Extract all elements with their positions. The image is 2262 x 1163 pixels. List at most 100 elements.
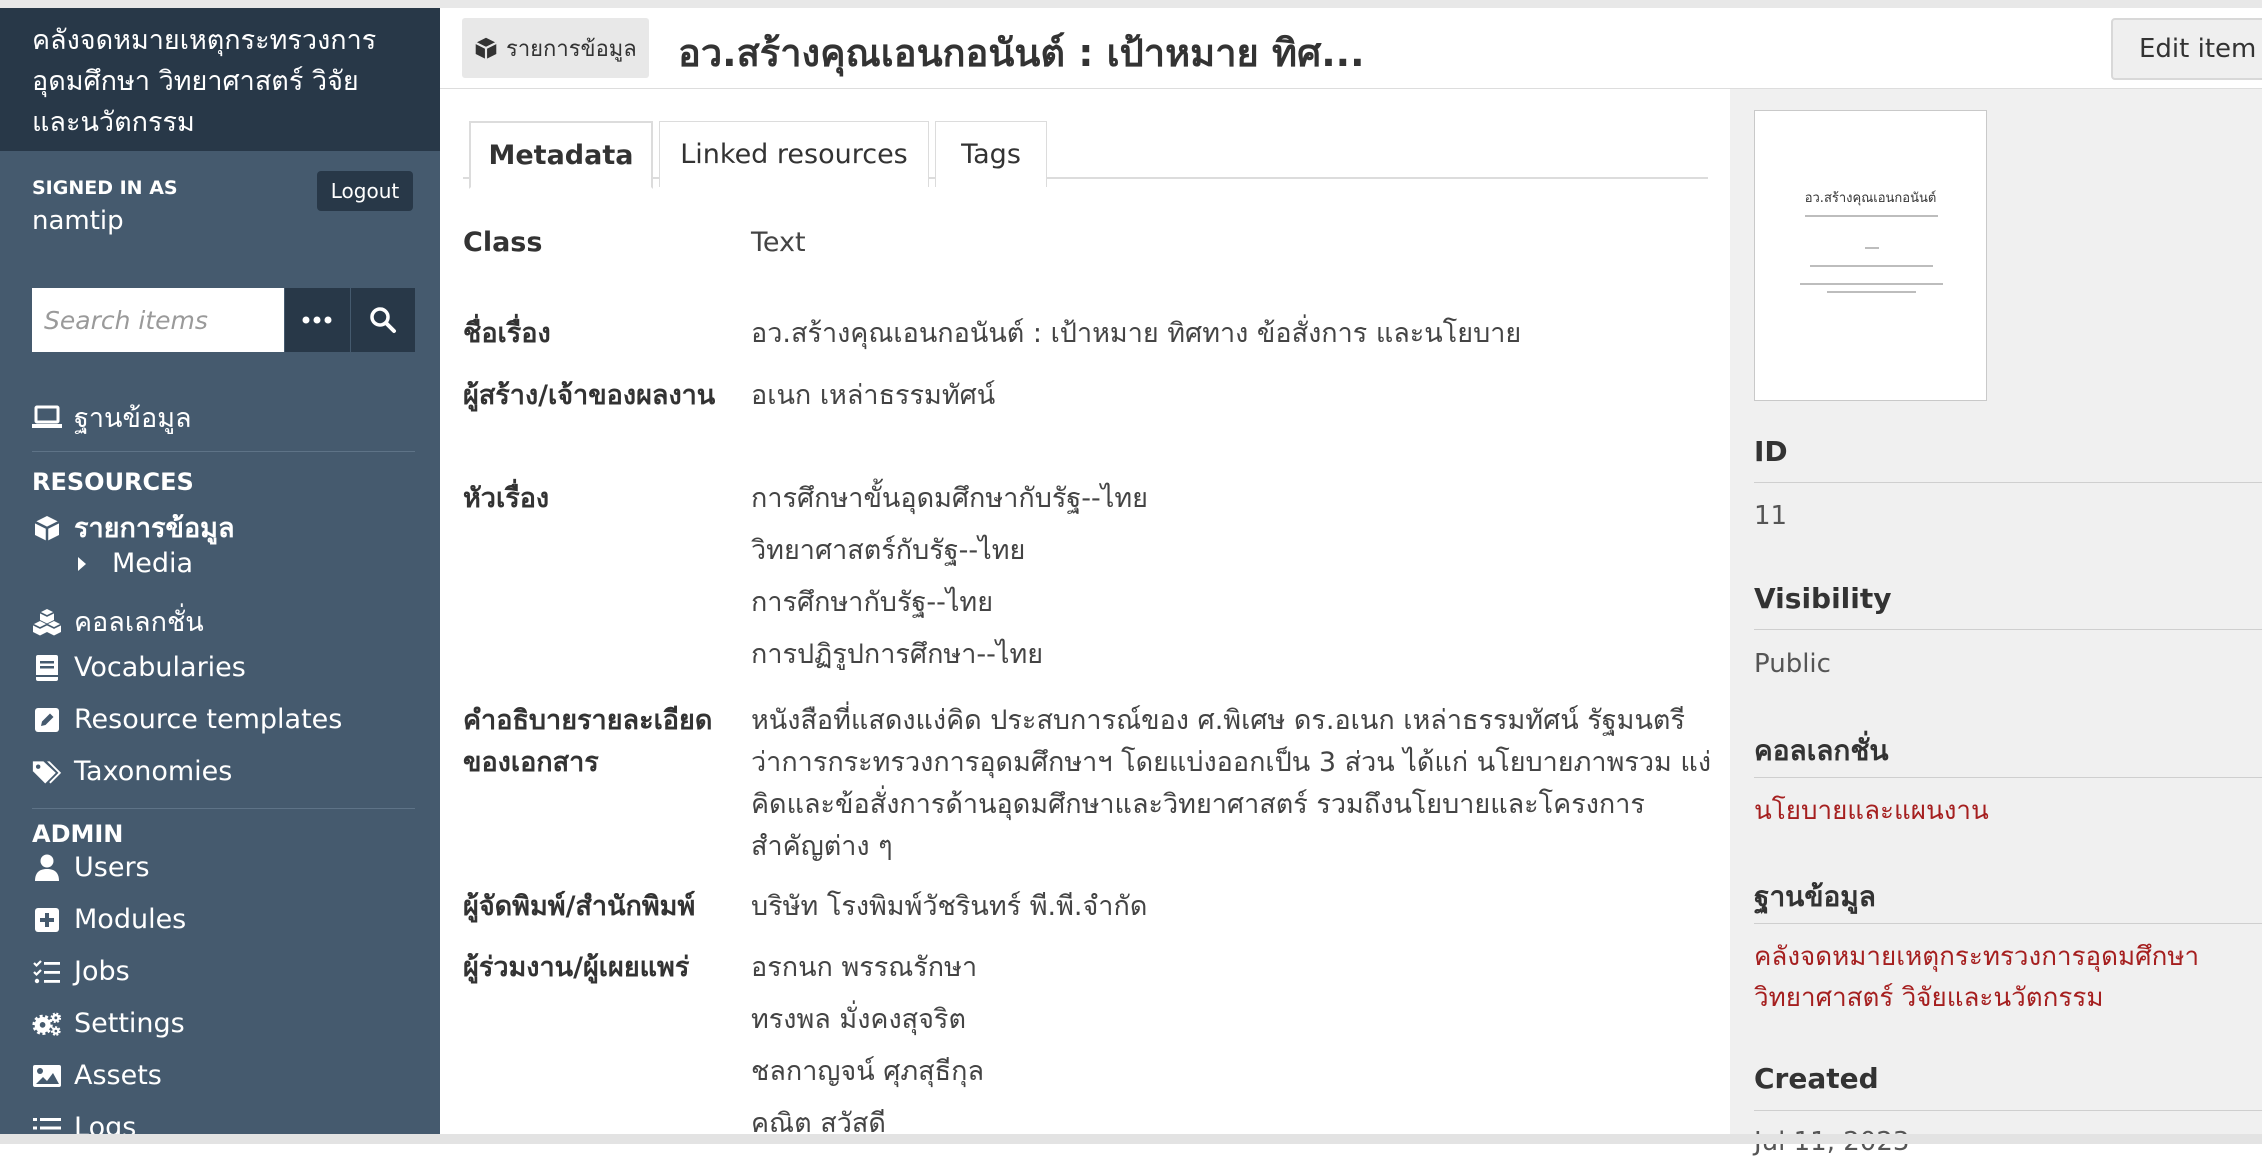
sidebar-item-label: ฐานข้อมูล [74, 403, 192, 434]
sidebar-item-label: Modules [74, 904, 187, 935]
sidebar-item-label: Jobs [74, 956, 130, 987]
tab-bar: Metadata Linked resources Tags [463, 111, 1708, 189]
cube-icon [474, 36, 498, 60]
sidebar-item-label: Vocabularies [74, 652, 246, 683]
resource-type-badge: รายการข้อมูล [462, 18, 649, 78]
divider [1754, 923, 2262, 924]
sidebar-item-label: รายการข้อมูล [74, 513, 235, 544]
sites-heading: ฐานข้อมูล [1754, 880, 1876, 913]
logout-button[interactable]: Logout [317, 171, 413, 211]
user-icon [32, 853, 62, 883]
user-info: SIGNED IN AS namtip Logout [0, 151, 440, 261]
divider [1754, 1110, 2262, 1111]
list-icon [32, 1113, 62, 1135]
publisher-value: บริษัท โรงพิมพ์วัชรินทร์ พี.พี.จำกัด [751, 891, 1148, 922]
signed-in-label: SIGNED IN AS [32, 177, 178, 199]
sidebar-item-label: Users [74, 852, 150, 883]
tags-icon [32, 757, 62, 787]
tasks-icon [32, 957, 62, 987]
divider [32, 808, 415, 809]
sidebar-item-label: Taxonomies [74, 756, 233, 787]
created-heading: Created [1754, 1062, 1879, 1095]
divider [32, 451, 415, 452]
caret-right-icon [74, 549, 90, 579]
divider [1754, 482, 2262, 483]
thumbnail-text-line [1827, 291, 1916, 293]
resources-section-label: RESOURCES [32, 468, 194, 496]
contributor-value: อรกนก พรรณรักษา [751, 952, 978, 983]
sidebar-item-media[interactable]: Media [74, 548, 193, 579]
class-label: Class [463, 227, 543, 258]
search-icon [370, 307, 396, 333]
username[interactable]: namtip [32, 206, 124, 236]
item-info-panel: อว.สร้างคุณเอนกอนันต์ ID 11 Visibility P… [1730, 88, 2262, 1157]
id-value: 11 [1754, 501, 1788, 531]
sidebar-item-items[interactable]: รายการข้อมูล [32, 506, 235, 549]
sidebar-item-taxonomies[interactable]: Taxonomies [32, 756, 232, 787]
sidebar-item-item-sets[interactable]: คอลเลกชั่น [32, 600, 204, 643]
thumbnail-text-line [1805, 215, 1938, 217]
sidebar-item-label: Logs [74, 1112, 137, 1134]
sidebar-item-assets[interactable]: Assets [32, 1060, 162, 1091]
plus-square-icon [32, 905, 62, 935]
sidebar-item-label: Assets [74, 1060, 162, 1091]
cube-icon [32, 513, 62, 543]
search-form [32, 288, 415, 352]
item-sets-heading: คอลเลกชั่น [1754, 734, 1889, 767]
tab-tags[interactable]: Tags [935, 121, 1047, 187]
sidebar-item-vocabularies[interactable]: Vocabularies [32, 652, 246, 683]
visibility-heading: Visibility [1754, 582, 1892, 615]
class-value: Text [751, 227, 806, 258]
ellipsis-icon [302, 316, 332, 324]
thumbnail-title: อว.สร้างคุณเอนกอนันต์ [1804, 191, 1937, 206]
thumbnail-text-line [1810, 265, 1933, 267]
item-thumbnail[interactable]: อว.สร้างคุณเอนกอนันต์ [1754, 110, 1987, 401]
cogs-icon [32, 1009, 62, 1039]
sidebar-item-resource-templates[interactable]: Resource templates [32, 704, 342, 735]
tab-metadata[interactable]: Metadata [469, 121, 653, 189]
sidebar-item-label: Settings [74, 1008, 185, 1039]
sidebar-item-label: Resource templates [74, 704, 343, 735]
subject-label: หัวเรื่อง [463, 483, 550, 514]
title-label: ชื่อเรื่อง [463, 318, 551, 349]
description-value: หนังสือที่แสดงแง่คิด ประสบการณ์ของ ศ.พิเ… [751, 705, 1712, 862]
edit-item-button[interactable]: Edit item [2111, 18, 2262, 80]
site-title[interactable]: คลังจดหมายเหตุกระทรวงการอุดมศึกษา วิทยาศ… [0, 8, 440, 151]
creator-value: อเนก เหล่าธรรมทัศน์ [751, 380, 996, 411]
creator-label: ผู้สร้าง/เจ้าของผลงาน [463, 380, 716, 411]
title-value: อว.สร้างคุณเอนกอนันต์ : เป้าหมาย ทิศทาง … [751, 318, 1522, 349]
search-input[interactable] [32, 288, 284, 352]
publisher-label: ผู้จัดพิมพ์/สำนักพิมพ์ [463, 891, 696, 922]
thumbnail-text-line [1865, 247, 1879, 249]
sidebar-item-jobs[interactable]: Jobs [32, 956, 130, 987]
sidebar-item-sites[interactable]: ฐานข้อมูล [32, 396, 192, 439]
visibility-value: Public [1754, 649, 1831, 679]
subject-value: วิทยาศาสตร์กับรัฐ--ไทย [751, 535, 1026, 566]
page-header: รายการข้อมูล อว.สร้างคุณเอนกอนันต์ : เป้… [440, 8, 2262, 88]
sidebar-item-settings[interactable]: Settings [32, 1008, 185, 1039]
description-label: คำอธิบายรายละเอียดของเอกสาร [463, 705, 713, 778]
advanced-search-button[interactable] [285, 288, 350, 352]
divider [1754, 777, 2262, 778]
subject-value: การปฏิรูปการศึกษา--ไทย [751, 639, 1044, 670]
sidebar-item-logs[interactable]: Logs [32, 1112, 136, 1134]
book-icon [32, 653, 62, 683]
admin-section-label: ADMIN [32, 820, 124, 848]
image-icon [32, 1061, 62, 1091]
thumbnail-text-line [1800, 283, 1943, 285]
item-set-link[interactable]: นโยบายและแผนงาน [1754, 791, 2254, 832]
site-link[interactable]: คลังจดหมายเหตุกระทรวงการอุดมศึกษา วิทยาศ… [1754, 937, 2254, 1019]
sidebar: คลังจดหมายเหตุกระทรวงการอุดมศึกษา วิทยาศ… [0, 8, 440, 1134]
sidebar-item-modules[interactable]: Modules [32, 904, 186, 935]
edit-icon [32, 705, 62, 735]
window-bottom-strip [0, 1134, 2262, 1144]
sidebar-item-users[interactable]: Users [32, 852, 150, 883]
sidebar-item-label: คอลเลกชั่น [74, 607, 204, 638]
contributor-value: ทรงพล มั่งคงสุจริต [751, 1004, 966, 1035]
tab-linked-resources[interactable]: Linked resources [659, 121, 929, 187]
window-top-strip [0, 0, 2262, 8]
cubes-icon [32, 607, 62, 637]
search-button[interactable] [350, 288, 415, 352]
subject-value: การศึกษากับรัฐ--ไทย [751, 587, 994, 618]
divider [1754, 629, 2262, 630]
